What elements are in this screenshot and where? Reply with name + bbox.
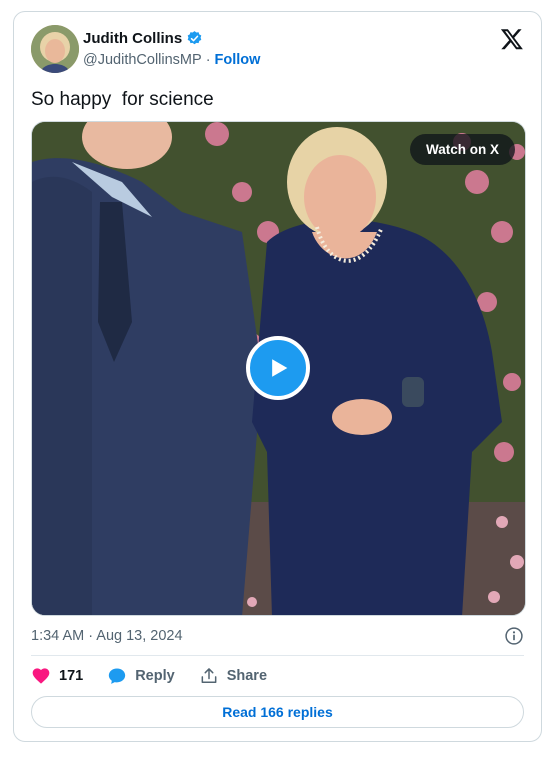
- video-thumbnail[interactable]: Watch on X: [31, 121, 526, 616]
- play-icon: [272, 359, 288, 377]
- share-icon: [201, 668, 217, 683]
- avatar[interactable]: [31, 25, 79, 73]
- verified-badge-icon: [187, 31, 202, 45]
- separator-dot: ·: [205, 52, 211, 68]
- author-handle[interactable]: @JudithCollinsMP: [83, 52, 202, 68]
- play-button[interactable]: [246, 336, 310, 400]
- reply-label: Reply: [135, 668, 175, 684]
- post-text: So happy for science: [31, 89, 214, 110]
- share-button[interactable]: Share: [199, 666, 267, 686]
- info-icon[interactable]: [504, 626, 524, 646]
- read-replies-button[interactable]: Read 166 replies: [31, 696, 524, 728]
- like-count: 171: [59, 668, 84, 684]
- heart-icon: [32, 668, 50, 684]
- follow-button[interactable]: Follow: [215, 52, 261, 68]
- avatar-image: [31, 25, 79, 73]
- like-button[interactable]: 171: [31, 666, 83, 686]
- watch-on-x-button[interactable]: Watch on X: [410, 134, 515, 165]
- post-timestamp[interactable]: 1:34 AM · Aug 13, 2024: [31, 628, 183, 644]
- embedded-post-card: Judith Collins @JudithCollinsMP · Follow…: [13, 11, 542, 742]
- x-logo-icon[interactable]: [500, 27, 524, 51]
- author-name[interactable]: Judith Collins: [83, 30, 182, 47]
- divider: [31, 655, 524, 656]
- reply-bubble-icon: [109, 668, 126, 684]
- share-label: Share: [226, 668, 268, 684]
- action-bar: 171 Reply Share: [31, 666, 291, 686]
- reply-button[interactable]: Reply: [107, 666, 175, 686]
